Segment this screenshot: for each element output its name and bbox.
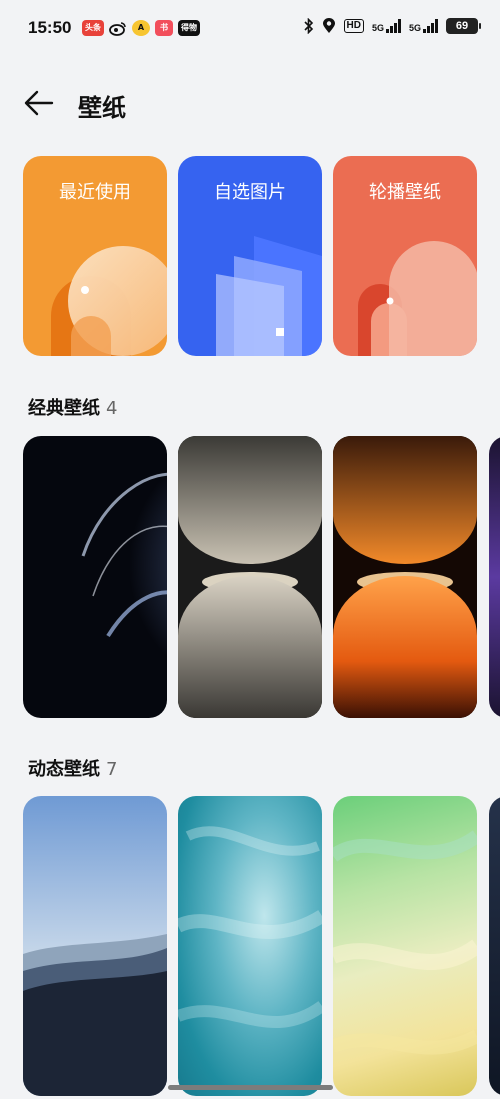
dynamic-section-title: 动态壁纸 7 bbox=[28, 755, 117, 781]
wallpaper-image bbox=[333, 436, 477, 718]
xiaohongshu-icon: 书 bbox=[155, 20, 173, 36]
toutiao-icon: 头条 bbox=[82, 20, 104, 36]
classic-wallpaper-2[interactable] bbox=[178, 436, 322, 718]
custom-picture-label: 自选图片 bbox=[214, 182, 286, 203]
dynamic-count: 7 bbox=[106, 759, 118, 780]
dynamic-wallpaper-1[interactable] bbox=[23, 796, 167, 1096]
wallpaper-image bbox=[63, 466, 167, 686]
dynamic-wallpaper-3[interactable] bbox=[333, 796, 477, 1096]
classic-title: 经典壁纸 bbox=[28, 398, 100, 419]
carousel-wallpaper-card[interactable]: 轮播壁纸 bbox=[333, 156, 477, 356]
network-label-2: 5G bbox=[408, 23, 421, 33]
classic-wallpaper-4[interactable] bbox=[489, 436, 500, 718]
classic-count: 4 bbox=[106, 398, 118, 419]
carousel-wallpaper-label: 轮播壁纸 bbox=[369, 182, 441, 203]
wallpaper-texture bbox=[178, 826, 322, 1028]
dewu-icon: 得物 bbox=[178, 20, 200, 36]
network-label-1: 5G bbox=[371, 23, 384, 33]
dynamic-title: 动态壁纸 bbox=[28, 759, 100, 780]
wallpaper-image bbox=[23, 796, 167, 1096]
back-button[interactable] bbox=[22, 86, 56, 120]
dynamic-wallpaper-2[interactable] bbox=[178, 796, 322, 1096]
bluetooth-icon bbox=[303, 18, 313, 34]
notification-icons: 头条 A 书 得物 bbox=[82, 20, 200, 36]
app-a-icon: A bbox=[132, 20, 150, 36]
status-bar: 15:50 头条 A 书 得物 HD 5G 5G 69 bbox=[0, 0, 500, 60]
system-icons: HD 5G 5G 69 bbox=[303, 18, 481, 34]
signal-icon bbox=[423, 19, 438, 33]
wallpaper-texture bbox=[333, 830, 477, 1055]
status-time: 15:50 bbox=[28, 18, 72, 37]
home-indicator[interactable] bbox=[168, 1085, 333, 1090]
wallpaper-image bbox=[178, 436, 322, 718]
signal-icon bbox=[385, 19, 401, 33]
classic-wallpaper-1[interactable] bbox=[23, 436, 167, 718]
dynamic-wallpaper-4[interactable] bbox=[489, 796, 500, 1096]
classic-section-title: 经典壁纸 4 bbox=[28, 394, 117, 420]
weibo-icon bbox=[109, 20, 127, 36]
back-arrow-icon bbox=[24, 90, 54, 116]
location-icon bbox=[322, 18, 335, 33]
recent-used-label: 最近使用 bbox=[59, 182, 131, 203]
page-title: 壁纸 bbox=[78, 94, 126, 122]
hd-badge: HD bbox=[343, 19, 364, 33]
recent-used-card[interactable]: 最近使用 bbox=[23, 156, 167, 356]
classic-wallpaper-3[interactable] bbox=[333, 436, 477, 718]
custom-picture-card[interactable]: 自选图片 bbox=[178, 156, 322, 356]
battery-icon: 69 bbox=[446, 18, 481, 34]
